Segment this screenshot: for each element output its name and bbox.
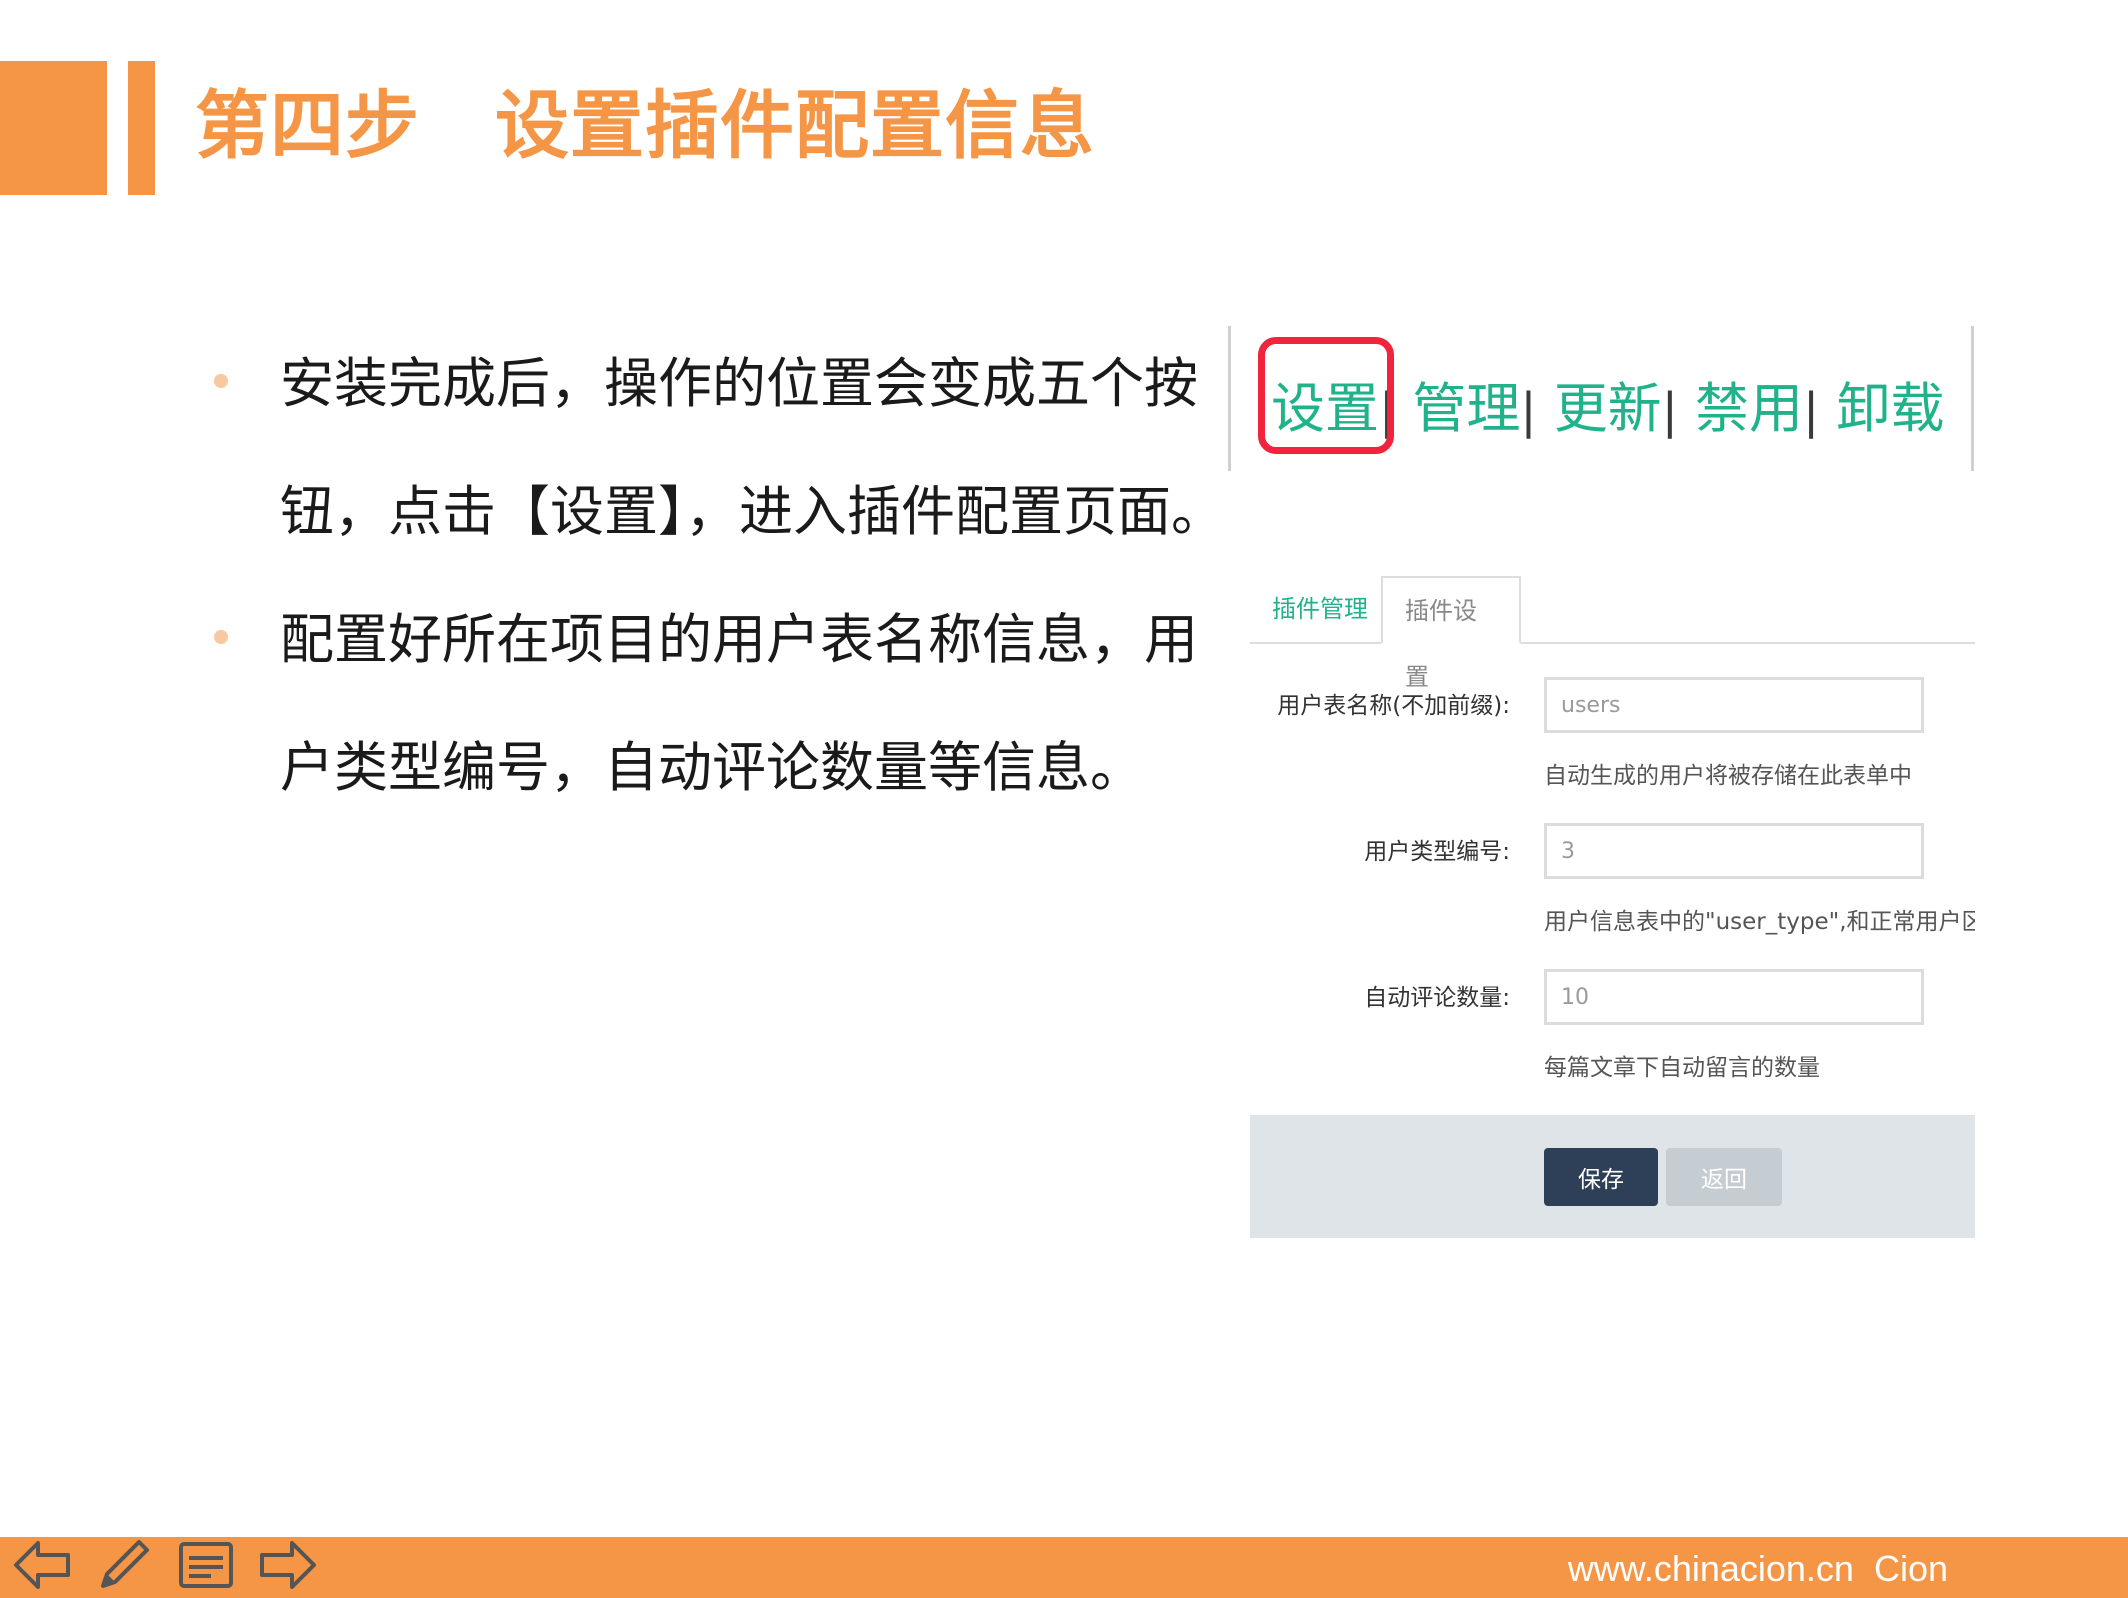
page-title: 第四步 设置插件配置信息: [195, 83, 1095, 169]
notes-icon[interactable]: [172, 1532, 240, 1598]
bullet-item: 安装完成后，操作的位置会变成五个按钮，点击【设置】，进入插件配置页面。: [200, 320, 1230, 576]
bullet-dot-icon: [214, 374, 228, 388]
arrow-left-icon[interactable]: [8, 1532, 76, 1598]
action-separator: |: [1520, 383, 1537, 439]
user-type-input[interactable]: [1544, 823, 1924, 879]
slide-nav: [8, 1532, 322, 1598]
comment-count-help: 每篇文章下自动留言的数量: [1544, 1055, 1820, 1081]
users-table-label: 用户表名称(不加前缀):: [1277, 693, 1510, 719]
back-button[interactable]: 返回: [1666, 1148, 1782, 1206]
users-table-help: 自动生成的用户将被存储在此表单中: [1544, 763, 1912, 789]
bullet-dot-icon: [214, 630, 228, 644]
arrow-right-icon[interactable]: [254, 1532, 322, 1598]
header-accent-stripe: [128, 61, 155, 195]
bullet-list: 安装完成后，操作的位置会变成五个按钮，点击【设置】，进入插件配置页面。 配置好所…: [200, 320, 1230, 832]
plugin-settings-form: 插件管理 插件设置 用户表名称(不加前缀): 自动生成的用户将被存储在此表单中 …: [1250, 576, 1975, 1238]
form-action-bar: 保存 返回: [1250, 1115, 1975, 1238]
tab-plugin-manage[interactable]: 插件管理: [1250, 576, 1390, 642]
action-disable-link[interactable]: 禁用: [1695, 364, 1803, 443]
user-type-label: 用户类型编号:: [1364, 839, 1510, 865]
pencil-icon[interactable]: [90, 1532, 158, 1598]
action-separator: |: [1661, 383, 1678, 439]
comment-count-label: 自动评论数量:: [1364, 985, 1510, 1011]
users-table-input[interactable]: [1544, 677, 1924, 733]
action-manage-link[interactable]: 管理: [1412, 364, 1520, 443]
action-separator: |: [1803, 383, 1820, 439]
plugin-actions-screenshot: 设置| 管理| 更新| 禁用| 卸载: [1228, 326, 1974, 471]
save-button[interactable]: 保存: [1544, 1148, 1658, 1206]
user-type-help: 用户信息表中的"user_type",和正常用户区分: [1544, 909, 1975, 935]
header-accent-block: [0, 61, 107, 195]
comment-count-input[interactable]: [1544, 969, 1924, 1025]
settings-tabs: 插件管理 插件设置: [1250, 576, 1975, 691]
action-uninstall-link[interactable]: 卸载: [1836, 364, 1944, 443]
tab-plugin-settings[interactable]: 插件设置: [1381, 576, 1521, 691]
bullet-text: 配置好所在项目的用户表名称信息，用户类型编号，自动评论数量等信息。: [280, 608, 1198, 799]
bullet-item: 配置好所在项目的用户表名称信息，用户类型编号，自动评论数量等信息。: [200, 576, 1230, 832]
footer-website-text: www.chinacion.cn Cion: [1567, 1548, 1948, 1589]
settings-highlight-box: [1258, 337, 1394, 454]
action-update-link[interactable]: 更新: [1554, 364, 1662, 443]
bullet-text: 安装完成后，操作的位置会变成五个按钮，点击【设置】，进入插件配置页面。: [280, 352, 1225, 543]
